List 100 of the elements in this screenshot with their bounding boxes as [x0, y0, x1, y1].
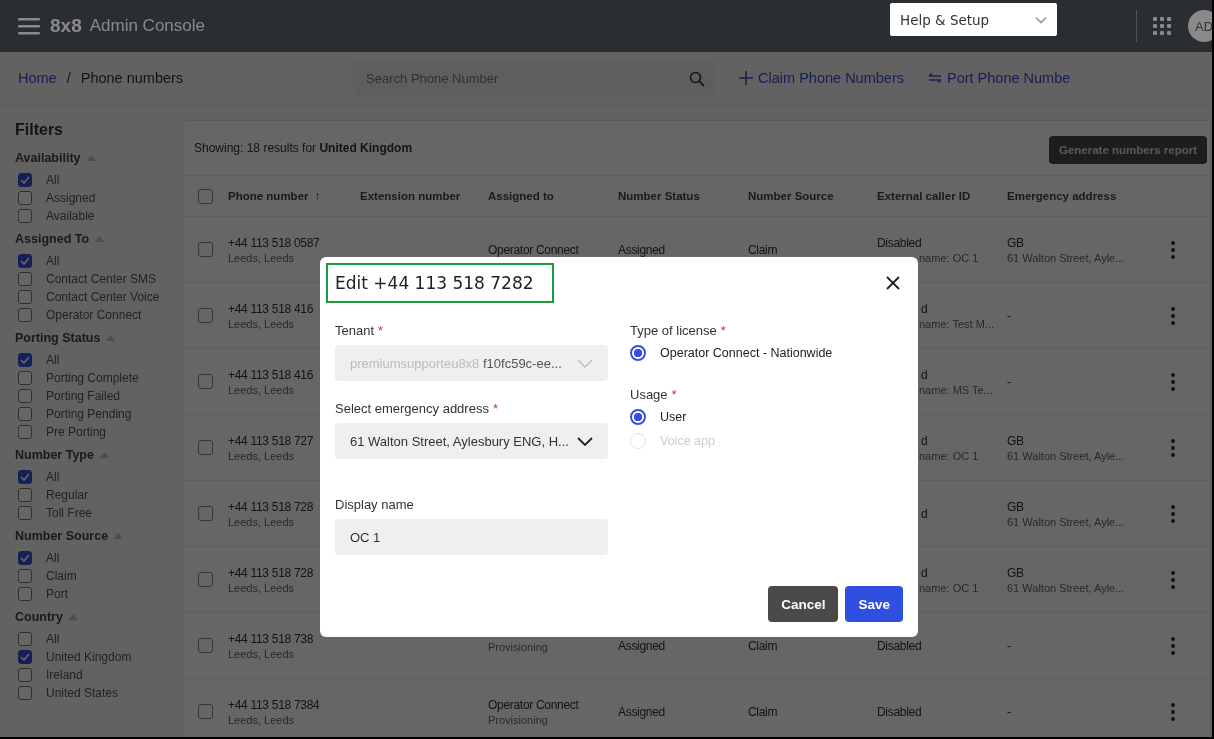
checkbox[interactable] — [18, 191, 32, 205]
checkbox[interactable] — [18, 371, 32, 385]
checkbox[interactable] — [18, 353, 32, 367]
column-header[interactable]: Extension number — [360, 190, 488, 202]
checkbox[interactable] — [18, 407, 32, 421]
action-link[interactable]: Port Phone Numbe — [927, 70, 1071, 86]
collapse-caret-icon[interactable] — [99, 452, 109, 458]
collapse-caret-icon[interactable] — [86, 155, 96, 161]
radio-button[interactable] — [630, 345, 646, 361]
checkbox[interactable] — [18, 506, 32, 520]
row-checkbox[interactable] — [198, 440, 213, 455]
address-detail-text: 61 Walton Street, Ayle... — [1007, 581, 1125, 594]
caller-id-text: d — [920, 506, 928, 521]
column-header[interactable]: External caller ID — [877, 190, 1007, 202]
checkbox-label: All — [46, 632, 60, 646]
row-checkbox[interactable] — [198, 572, 213, 587]
close-icon[interactable] — [886, 276, 900, 290]
help-menu[interactable]: Help & Setup — [890, 3, 1057, 36]
checkbox[interactable] — [18, 173, 32, 187]
number-status-text: Assigned — [618, 704, 665, 719]
collapse-caret-icon[interactable] — [114, 533, 124, 539]
phone-number: +44 113 518 0587 — [228, 235, 320, 250]
checkbox-label: Claim — [46, 569, 77, 583]
row-checkbox[interactable] — [198, 638, 213, 653]
column-header[interactable]: Assigned to — [488, 190, 618, 202]
caller-name-text: name: OC 1 — [918, 251, 979, 264]
checkbox-label: Operator Connect — [46, 308, 142, 322]
checkbox-label: Porting Complete — [46, 371, 139, 385]
radio-button[interactable] — [630, 409, 646, 425]
checkbox[interactable] — [18, 470, 32, 484]
checkbox[interactable] — [18, 425, 32, 439]
app-title: Admin Console — [89, 16, 205, 36]
checkbox[interactable] — [18, 254, 32, 268]
checkbox[interactable] — [18, 389, 32, 403]
checkbox-label: Toll Free — [46, 506, 92, 520]
row-checkbox[interactable] — [198, 308, 213, 323]
menu-icon[interactable] — [18, 17, 40, 35]
more-options-icon[interactable] — [1171, 570, 1175, 589]
number-source-text: Claim — [748, 638, 778, 653]
row-checkbox[interactable] — [198, 242, 213, 257]
address-detail-text: 61 Walton Street, Ayle... — [1007, 515, 1125, 528]
column-header[interactable]: Number Status — [618, 190, 748, 202]
brand-logo: 8x8 — [50, 15, 82, 37]
checkbox[interactable] — [18, 209, 32, 223]
checkbox[interactable] — [18, 569, 32, 583]
filter-group-title: Number Source — [15, 529, 109, 543]
checkbox[interactable] — [18, 668, 32, 682]
phone-number: +44 113 518 727 — [228, 433, 314, 448]
number-source-text: Claim — [748, 242, 778, 257]
checkbox[interactable] — [18, 488, 32, 502]
assigned-to-text: Operator Connect — [488, 697, 579, 712]
address-select[interactable]: 61 Walton Street, Aylesbury ENG, H... — [335, 423, 608, 459]
address-detail-text: 61 Walton Street, Ayle... — [1007, 449, 1125, 462]
collapse-caret-icon[interactable] — [95, 236, 105, 242]
column-header[interactable]: Emergency address — [1007, 190, 1171, 202]
cancel-button[interactable]: Cancel — [768, 586, 839, 622]
checkbox[interactable] — [18, 272, 32, 286]
required-mark: * — [720, 323, 726, 338]
checkbox[interactable] — [18, 632, 32, 646]
address-text: GB — [1007, 235, 1024, 250]
address-text: - — [1007, 374, 1011, 389]
caller-id-text: Disabled — [877, 235, 922, 250]
more-options-icon[interactable] — [1171, 504, 1175, 523]
checkbox[interactable] — [18, 587, 32, 601]
column-header[interactable]: Phone number ↑ — [228, 190, 360, 202]
more-options-icon[interactable] — [1171, 702, 1175, 721]
assignment-status-text: Provisioning — [488, 640, 548, 653]
collapse-caret-icon[interactable] — [68, 614, 78, 620]
collapse-caret-icon[interactable] — [106, 335, 116, 341]
more-options-icon[interactable] — [1171, 372, 1175, 391]
location-text: Leeds, Leeds — [228, 515, 295, 528]
more-options-icon[interactable] — [1171, 306, 1175, 325]
checkbox-label: All — [46, 173, 60, 187]
checkbox-label: Pre Porting — [46, 425, 107, 439]
more-options-icon[interactable] — [1171, 240, 1175, 259]
location-text: Leeds, Leeds — [228, 449, 295, 462]
address-text: - — [1007, 704, 1011, 719]
column-header[interactable]: Number Source — [748, 190, 877, 202]
row-checkbox[interactable] — [198, 704, 213, 719]
caller-id-text: Disabled — [877, 638, 922, 653]
checkbox[interactable] — [18, 650, 32, 664]
checkbox[interactable] — [18, 308, 32, 322]
row-checkbox[interactable] — [198, 506, 213, 521]
checkbox[interactable] — [18, 551, 32, 565]
apps-grid-icon[interactable] — [1153, 17, 1171, 35]
user-avatar[interactable]: AD — [1188, 10, 1212, 42]
assigned-to-text: Operator Connect — [488, 242, 579, 257]
phone-number: +44 113 518 728 — [228, 499, 314, 514]
row-checkbox[interactable] — [198, 374, 213, 389]
breadcrumb-link[interactable]: Home — [18, 70, 57, 86]
select-all-checkbox[interactable] — [198, 188, 213, 204]
save-button[interactable]: Save — [845, 586, 903, 622]
more-options-icon[interactable] — [1171, 438, 1175, 457]
checkbox[interactable] — [18, 290, 32, 304]
more-options-icon[interactable] — [1171, 636, 1175, 655]
checkbox[interactable] — [18, 686, 32, 700]
checkbox-label: All — [46, 470, 60, 484]
caller-name-text: name: MS Te... — [918, 383, 993, 396]
display-name-field[interactable]: OC 1 — [335, 519, 608, 555]
action-link[interactable]: Claim Phone Numbers — [739, 70, 904, 86]
